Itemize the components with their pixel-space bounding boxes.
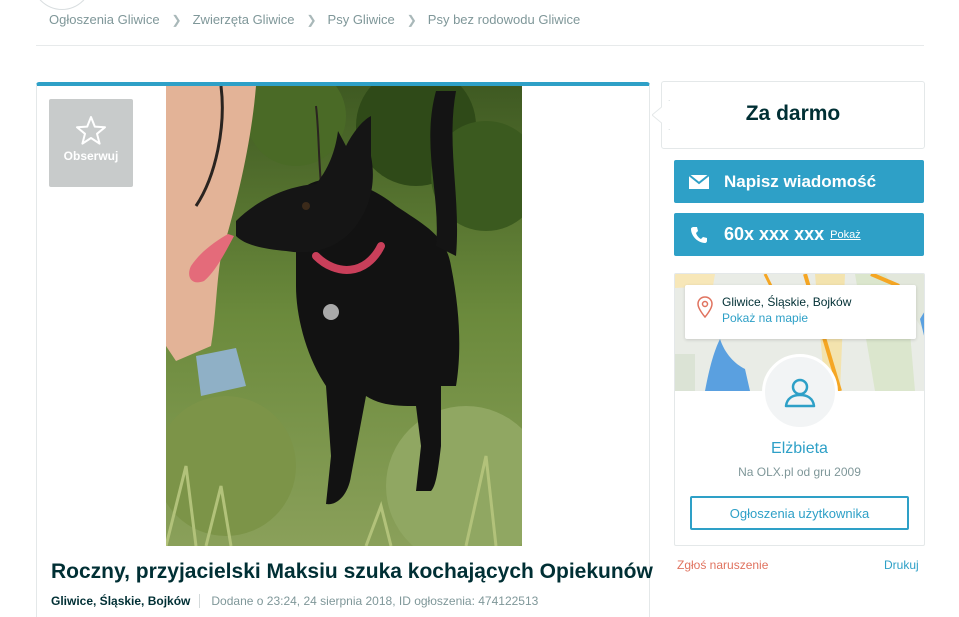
site-logo[interactable] — [32, 0, 92, 10]
phone-number: 60x xxx xxx — [724, 224, 825, 244]
print-link[interactable]: Drukuj — [884, 558, 919, 572]
breadcrumb-item-psy-bez-rodowodu[interactable]: Psy bez rodowodu Gliwice — [428, 12, 580, 27]
user-icon — [784, 378, 816, 408]
ad-photo[interactable] — [166, 86, 522, 546]
send-message-button[interactable]: Napisz wiadomość — [674, 160, 924, 203]
price-label: Za darmo — [745, 102, 841, 125]
price-box: Za darmo — [652, 81, 925, 149]
avatar[interactable] — [762, 354, 838, 430]
breadcrumb-item-psy[interactable]: Psy Gliwice — [328, 12, 395, 27]
ad-added-info: Dodane o 23:24, 24 sierpnia 2018, ID ogł… — [211, 594, 539, 608]
send-message-label: Napisz wiadomość — [724, 171, 877, 191]
header-divider — [36, 45, 924, 46]
meta-divider — [199, 594, 201, 608]
breadcrumb-item-ogloszenia[interactable]: Ogłoszenia Gliwice — [49, 12, 160, 27]
report-link[interactable]: Zgłoś naruszenie — [677, 558, 768, 572]
phone-icon — [674, 226, 724, 244]
breadcrumb: Ogłoszenia Gliwice ❯ Zwierzęta Gliwice ❯… — [49, 12, 580, 27]
star-icon — [76, 116, 106, 145]
map-location-text: Gliwice, Śląskie, Bojków — [722, 295, 852, 309]
show-on-map-link[interactable]: Pokaż na mapie — [722, 311, 808, 325]
show-phone-button[interactable]: 60x xxx xxx Pokaż — [674, 213, 924, 256]
map-location-card: Gliwice, Śląskie, Bojków Pokaż na mapie — [685, 285, 916, 339]
ad-meta: Gliwice, Śląskie, Bojków Dodane o 23:24,… — [51, 594, 538, 608]
observe-label: Obserwuj — [63, 149, 119, 163]
chevron-right-icon: ❯ — [306, 12, 317, 27]
location-pin-icon — [697, 296, 713, 318]
show-phone-link[interactable]: Pokaż — [830, 229, 861, 241]
user-since: Na OLX.pl od gru 2009 — [738, 465, 861, 479]
user-ads-button[interactable]: Ogłoszenia użytkownika — [690, 496, 909, 530]
envelope-icon — [674, 174, 724, 189]
ad-card: Obserwuj Roczny, przyjacielski Maksiu sz… — [36, 82, 653, 617]
dog-photo-image — [166, 86, 522, 546]
chevron-right-icon: ❯ — [171, 12, 182, 27]
page: Ogłoszenia Gliwice ❯ Zwierzęta Gliwice ❯… — [0, 0, 959, 617]
ad-title: Roczny, przyjacielski Maksiu szuka kocha… — [51, 560, 653, 583]
chevron-right-icon: ❯ — [406, 12, 417, 27]
observe-button[interactable]: Obserwuj — [49, 99, 133, 187]
breadcrumb-item-zwierzeta[interactable]: Zwierzęta Gliwice — [193, 12, 295, 27]
user-box: Gliwice, Śląskie, Bojków Pokaż na mapie … — [674, 273, 925, 546]
ad-location[interactable]: Gliwice, Śląskie, Bojków — [51, 594, 190, 608]
user-name[interactable]: Elżbieta — [675, 440, 924, 458]
